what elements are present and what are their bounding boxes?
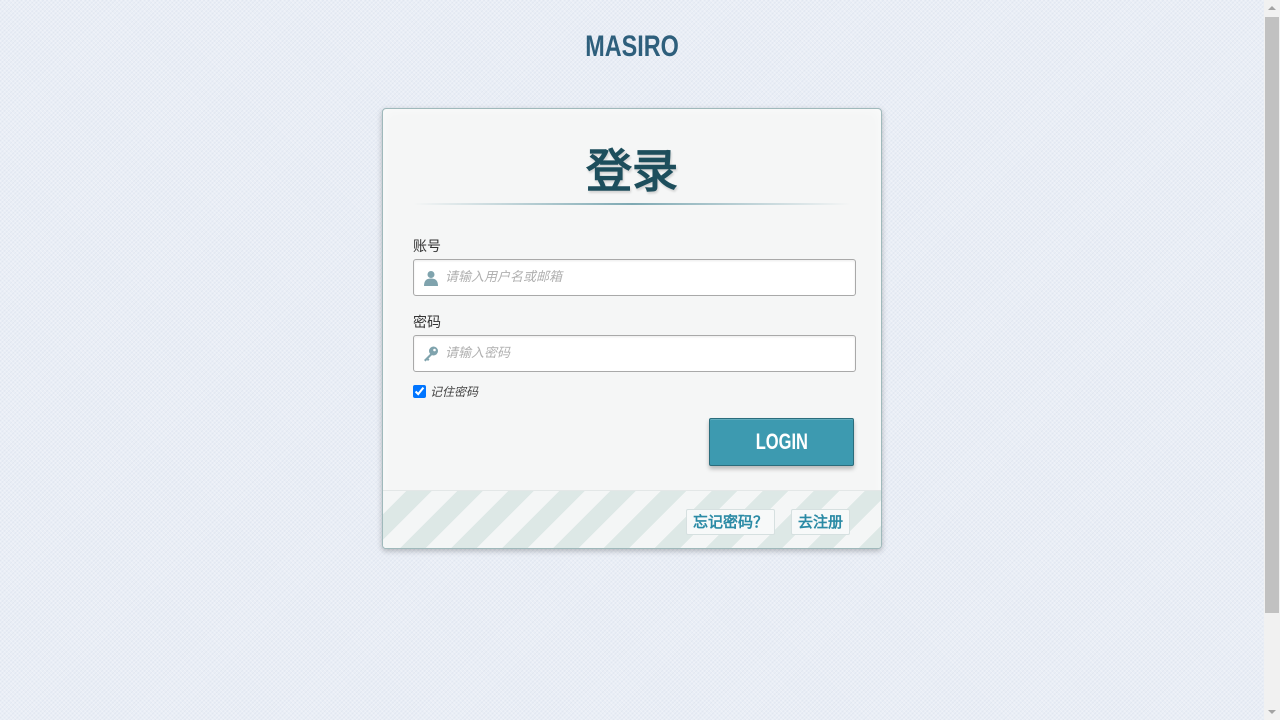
login-title: 登录 <box>586 144 678 198</box>
scroll-up-arrow-icon[interactable] <box>1264 0 1280 16</box>
brand-logo[interactable]: MASIRO <box>139 30 1125 64</box>
remember-label: 记住密码 <box>430 385 479 399</box>
scroll-down-arrow-icon[interactable] <box>1264 704 1280 720</box>
account-input[interactable] <box>445 260 845 295</box>
title-divider <box>413 203 851 205</box>
password-input[interactable] <box>445 336 845 371</box>
vertical-scrollbar[interactable] <box>1264 0 1280 720</box>
user-icon <box>422 269 440 287</box>
forgot-password-link[interactable]: 忘记密码？ <box>686 509 776 535</box>
remember-checkbox[interactable] <box>413 385 426 398</box>
scrollbar-thumb[interactable] <box>1265 17 1279 613</box>
card-footer: 忘记密码？ 去注册 <box>383 490 881 548</box>
page: MASIRO 登录 账号 密码 <box>0 0 1264 720</box>
login-button-label: LOGIN <box>755 429 808 454</box>
register-link[interactable]: 去注册 <box>791 509 851 535</box>
login-card: 登录 账号 密码 记住密码 <box>382 108 882 549</box>
account-field[interactable] <box>413 259 856 296</box>
key-icon <box>422 345 440 363</box>
login-button[interactable]: LOGIN <box>709 418 854 466</box>
account-label: 账号 <box>413 239 441 255</box>
password-label: 密码 <box>413 315 441 331</box>
password-field[interactable] <box>413 335 856 372</box>
remember-me[interactable]: 记住密码 <box>413 383 478 400</box>
